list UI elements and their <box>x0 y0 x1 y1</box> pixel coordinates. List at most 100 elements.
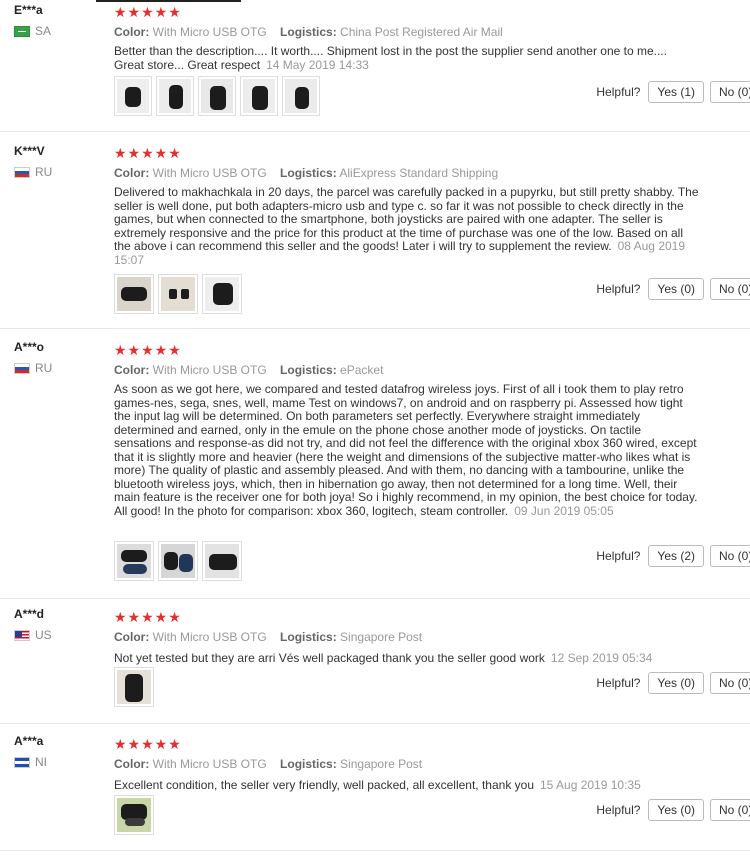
review-date: 14 May 2019 14:33 <box>266 57 369 72</box>
helpful-no-button[interactable]: No (0) <box>710 672 750 694</box>
logistics-label: Logistics: <box>280 630 337 644</box>
review-photo[interactable] <box>158 541 198 581</box>
helpful-no-button[interactable]: No (0) <box>710 81 750 103</box>
flag-sa-icon <box>14 25 30 37</box>
reviewer-info: A***d US <box>14 606 104 643</box>
country-code: NI <box>35 755 47 769</box>
review-photo[interactable] <box>240 76 278 116</box>
review-text: Excellent condition, the seller very fri… <box>114 778 699 793</box>
review-item: K***V RU ★★★★★ Color: With Micro USB OTG… <box>0 131 750 329</box>
star-rating: ★★★★★ <box>114 145 182 161</box>
reviewer-country: NI <box>14 754 104 770</box>
helpful-yes-button[interactable]: Yes (2) <box>648 545 704 567</box>
color-label: Color: <box>114 630 150 644</box>
helpful-vote: Helpful? Yes (0) No (0) <box>596 672 750 694</box>
helpful-vote: Helpful? Yes (0) No (0) <box>596 799 750 821</box>
country-code: US <box>35 628 52 642</box>
color-label: Color: <box>114 25 150 39</box>
order-info: Color: With Micro USB OTG Logistics: ePa… <box>114 361 699 379</box>
review-photo[interactable] <box>114 541 154 581</box>
color-label: Color: <box>114 757 150 771</box>
helpful-label: Helpful? <box>596 676 641 690</box>
reviewer-country: SA <box>14 23 104 39</box>
review-text: Not yet tested but they are arri Vés wel… <box>114 651 699 666</box>
color-label: Color: <box>114 166 150 180</box>
reviewer-country: RU <box>14 360 104 376</box>
review-item: A***o RU ★★★★★ Color: With Micro USB OTG… <box>0 328 750 599</box>
review-content: ★★★★★ Color: With Micro USB OTG Logistic… <box>114 734 699 793</box>
color-value: With Micro USB OTG <box>152 757 267 771</box>
logistics-value: Singapore Post <box>340 757 423 771</box>
helpful-no-button[interactable]: No (0) <box>710 545 750 567</box>
helpful-yes-button[interactable]: Yes (0) <box>648 799 704 821</box>
helpful-label: Helpful? <box>596 549 641 563</box>
order-info: Color: With Micro USB OTG Logistics: Sin… <box>114 628 699 646</box>
logistics-label: Logistics: <box>280 166 337 180</box>
helpful-label: Helpful? <box>596 85 641 99</box>
review-photo[interactable] <box>202 274 242 314</box>
flag-ni-icon <box>14 756 30 768</box>
flag-ru-icon <box>14 166 30 178</box>
review-photo[interactable] <box>282 76 320 116</box>
reviewer-info: K***V RU <box>14 143 104 180</box>
helpful-yes-button[interactable]: Yes (0) <box>648 672 704 694</box>
logistics-label: Logistics: <box>280 25 337 39</box>
review-body: Better than the description.... It worth… <box>114 44 667 72</box>
helpful-vote: Helpful? Yes (2) No (0) <box>596 545 750 567</box>
flag-ru-icon <box>14 362 30 374</box>
helpful-label: Helpful? <box>596 282 641 296</box>
review-date: 15 Aug 2019 10:35 <box>540 778 641 792</box>
helpful-no-button[interactable]: No (0) <box>710 278 750 300</box>
review-content: ★★★★★ Color: With Micro USB OTG Logistic… <box>114 2 699 72</box>
color-value: With Micro USB OTG <box>152 25 267 39</box>
reviewer-name: K***V <box>14 144 45 158</box>
helpful-vote: Helpful? Yes (1) No (0) <box>596 81 750 103</box>
review-date: 12 Sep 2019 05:34 <box>550 651 653 665</box>
reviewer-name: A***d <box>14 607 45 621</box>
review-content: ★★★★★ Color: With Micro USB OTG Logistic… <box>114 143 699 267</box>
review-photos <box>114 667 154 707</box>
review-body: Excellent condition, the seller very fri… <box>114 778 534 792</box>
color-value: With Micro USB OTG <box>152 363 267 377</box>
star-rating: ★★★★★ <box>114 342 182 358</box>
review-body: As soon as we got here, we compared and … <box>114 382 698 518</box>
review-photo[interactable] <box>158 274 198 314</box>
review-date: 09 Jun 2019 05:05 <box>514 503 614 518</box>
helpful-yes-button[interactable]: Yes (1) <box>648 81 704 103</box>
review-item: A***a NI ★★★★★ Color: With Micro USB OTG… <box>0 723 750 851</box>
logistics-value: ePacket <box>340 363 384 377</box>
reviewer-name: E***a <box>14 3 43 17</box>
review-photo[interactable] <box>114 76 152 116</box>
logistics-value: Singapore Post <box>340 630 423 644</box>
review-content: ★★★★★ Color: With Micro USB OTG Logistic… <box>114 340 699 518</box>
reviewer-info: E***a SA <box>14 2 104 39</box>
color-label: Color: <box>114 363 150 377</box>
helpful-vote: Helpful? Yes (0) No (0) <box>596 278 750 300</box>
review-body: Not yet tested but they are arri Vés wel… <box>114 651 545 665</box>
flag-us-icon <box>14 629 30 641</box>
country-code: SA <box>35 24 52 38</box>
reviewer-info: A***o RU <box>14 339 104 376</box>
review-text: Better than the description.... It worth… <box>114 44 699 72</box>
review-photo[interactable] <box>156 76 194 116</box>
helpful-no-button[interactable]: No (0) <box>710 799 750 821</box>
review-photos <box>114 274 242 314</box>
color-value: With Micro USB OTG <box>152 630 267 644</box>
reviewer-country: RU <box>14 164 104 180</box>
review-photo[interactable] <box>114 795 154 835</box>
country-code: RU <box>35 165 53 179</box>
reviewer-name: A***o <box>14 340 45 354</box>
logistics-label: Logistics: <box>280 757 337 771</box>
color-value: With Micro USB OTG <box>152 166 267 180</box>
helpful-yes-button[interactable]: Yes (0) <box>648 278 704 300</box>
review-text: As soon as we got here, we compared and … <box>114 382 699 518</box>
review-photo[interactable] <box>114 274 154 314</box>
review-photo[interactable] <box>198 76 236 116</box>
review-photos <box>114 795 154 835</box>
review-photo[interactable] <box>114 667 154 707</box>
logistics-label: Logistics: <box>280 363 337 377</box>
review-body: Delivered to makhachkala in 20 days, the… <box>114 185 699 253</box>
star-rating: ★★★★★ <box>114 609 182 625</box>
review-photos <box>114 541 242 581</box>
review-photo[interactable] <box>202 541 242 581</box>
